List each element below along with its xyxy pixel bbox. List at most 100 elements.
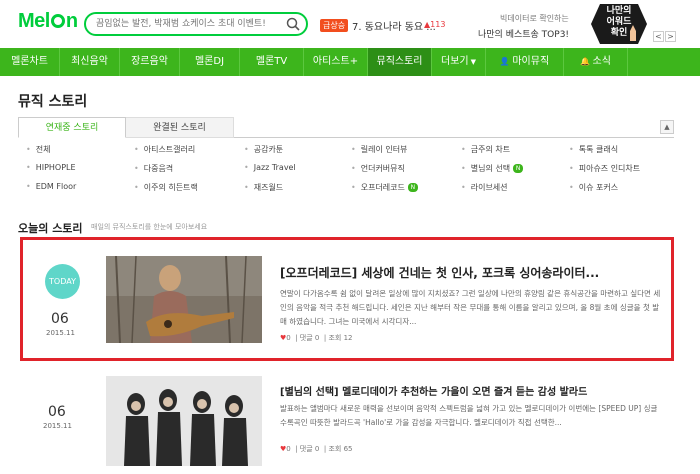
nav-item-3[interactable]: 멜론DJ <box>180 48 240 76</box>
category-label: 피아슈즈 인디차트 <box>578 164 641 173</box>
collapse-icon[interactable]: ▲ <box>660 120 674 134</box>
nav-item-0[interactable]: 멜론차트 <box>0 48 60 76</box>
like-count: 0 <box>286 445 291 453</box>
category-link[interactable]: HIPHOPLE <box>26 163 76 172</box>
category-label: 별님의 선택 <box>470 164 511 173</box>
views-label: 조회 <box>328 445 342 453</box>
category-link[interactable]: 이슈 포커스 <box>569 182 618 193</box>
category-label: 이슈 포커스 <box>578 183 619 192</box>
bell-icon: 🔔 <box>580 57 593 66</box>
story-thumbnail[interactable] <box>106 376 262 466</box>
nav-item-2[interactable]: 장르음악 <box>120 48 180 76</box>
nav-item-6[interactable]: 뮤직스토리 <box>368 48 432 76</box>
story-thumbnail[interactable] <box>106 256 262 343</box>
search-icon[interactable] <box>286 17 300 31</box>
category-link[interactable]: Jazz Travel <box>244 163 296 172</box>
category-label: HIPHOPLE <box>35 163 76 172</box>
nav-item-label: 최신음악 <box>71 56 108 67</box>
nav-item-8[interactable]: 👤 마이뮤직 <box>486 48 564 76</box>
nav-item-9[interactable]: 🔔 소식 <box>564 48 628 76</box>
nav-item-label: 멜론TV <box>255 56 288 67</box>
search-box <box>84 12 308 36</box>
category-link[interactable]: 릴레이 인터뷰 <box>351 144 408 155</box>
category-label: EDM Floor <box>35 182 77 191</box>
tab-completed[interactable]: 완결된 스토리 <box>126 117 234 138</box>
category-row: 전체 아티스트갤러리 공감카툰 릴레이 인터뷰 금주의 차트 톡톡 클래식 <box>18 141 674 160</box>
category-label: 라이브세션 <box>470 183 508 192</box>
view-count: 65 <box>343 445 353 453</box>
search-input[interactable] <box>96 16 280 32</box>
story-card-featured: TODAY 06 2015.11 [오프더레코드] 세상에 건네는 첫 인사, … <box>20 237 674 361</box>
view-count: 12 <box>343 334 353 342</box>
category-label: 언더커버뮤직 <box>360 164 405 173</box>
rising-badge: 급상승 <box>320 19 349 32</box>
category-label: 톡톡 클래식 <box>578 145 619 154</box>
category-link[interactable]: 오프더레코드N <box>351 182 418 193</box>
promo-title[interactable]: 나만의 베스트송 TOP3! <box>478 27 569 40</box>
nav-item-label: 마이뮤직 <box>512 56 550 67</box>
category-label: 아티스트갤러리 <box>143 145 196 154</box>
story-card: 06 2015.11 [별님의 선택] 멜로디데이가 추천하는 가을이 오면 즐… <box>20 368 674 474</box>
nav-item-1[interactable]: 최신음악 <box>60 48 120 76</box>
category-link[interactable]: 전체 <box>26 144 51 155</box>
nav-item-label: 장르음악 <box>131 56 168 67</box>
category-label: 다중음격 <box>143 164 174 173</box>
category-row: EDM Floor 이주의 히든트랙 재즈월드 오프더레코드N 라이브세션 이슈 포커스 <box>18 179 674 198</box>
category-link[interactable]: 재즈월드 <box>244 182 283 193</box>
chevron-down-icon: ▼ <box>470 58 476 66</box>
story-meta: ♥0 | 댓글 0 | 조회 65 <box>280 445 353 453</box>
comments-label: 댓글 <box>299 334 313 342</box>
rank-change: ▲113 <box>424 20 446 29</box>
section-title: 오늘의 스토리 <box>18 222 83 235</box>
category-label: 금주의 차트 <box>470 145 511 154</box>
category-label: 재즈월드 <box>253 183 284 192</box>
category-link[interactable]: 아티스트갤러리 <box>134 144 196 155</box>
nav-item-5[interactable]: 아티스트+ <box>304 48 368 76</box>
nav-item-7[interactable]: 더보기 ▼ <box>432 48 486 76</box>
nav-item-4[interactable]: 멜론TV <box>240 48 304 76</box>
story-description: 연말이 다가옴수록 쉼 없이 달려온 일상에 많이 지치셨죠? 그런 일상에 나… <box>280 289 661 326</box>
story-meta: ♥0 | 댓글 0 | 조회 12 <box>280 334 353 342</box>
new-badge: N <box>407 183 418 192</box>
story-title[interactable]: [오프더레코드] 세상에 건네는 첫 인사, 포크록 싱어송라이터... <box>280 264 670 281</box>
melon-logo[interactable]: Mel n <box>18 10 78 33</box>
category-link[interactable]: 다중음격 <box>134 163 173 174</box>
story-tabs: 연재중 스토리 완결된 스토리 ▲ <box>18 117 674 138</box>
category-label: Jazz Travel <box>253 163 296 172</box>
story-day: 06 <box>48 404 66 420</box>
category-link[interactable]: 피아슈즈 인디차트 <box>569 163 640 174</box>
comment-count: 0 <box>314 445 320 453</box>
story-date: 2015.11 <box>46 329 75 337</box>
category-link[interactable]: 톡톡 클래식 <box>569 144 618 155</box>
nav-item-label: 멜론DJ <box>194 56 225 67</box>
top-bar: Meln 급상승 7. 동요나라 동요 ... ▲113 빅데이터로 확인하는 … <box>0 0 700 48</box>
new-badge: N <box>513 164 524 173</box>
story-title[interactable]: [별님의 선택] 멜로디데이가 추천하는 가을이 오면 즐겨 듣는 감성 발라드 <box>280 383 670 398</box>
today-badge: TODAY <box>45 264 80 299</box>
section-subtitle: 매일의 뮤직스토리를 한눈에 모아보세요 <box>91 223 208 231</box>
next-arrow-icon[interactable]: > <box>665 31 676 42</box>
story-description: 발표하는 앨범마다 새로운 매력을 선보이며 음악적 스펙트럼을 넓혀 가고 있… <box>280 404 658 427</box>
category-link[interactable]: 이주의 히든트랙 <box>134 182 198 193</box>
category-list: 전체 아티스트갤러리 공감카툰 릴레이 인터뷰 금주의 차트 톡톡 클래식 HIPHOPLE… <box>18 141 674 198</box>
nav-item-label: 더보기 <box>441 56 469 67</box>
category-link[interactable]: 금주의 차트 <box>461 144 510 155</box>
story-day: 06 <box>51 311 69 327</box>
tab-ongoing[interactable]: 연재중 스토리 <box>18 117 126 138</box>
page-title: 뮤직 스토리 <box>18 94 88 110</box>
nav-item-label: 뮤직스토리 <box>376 56 423 67</box>
promo-subtitle: 빅데이터로 확인하는 <box>500 14 569 23</box>
person-icon: 👤 <box>499 57 513 66</box>
category-link[interactable]: 공감카툰 <box>244 144 283 155</box>
views-label: 조회 <box>328 334 342 342</box>
category-link[interactable]: 별님의 선택N <box>461 163 524 174</box>
comment-count: 0 <box>314 334 320 342</box>
category-link[interactable]: 언더커버뮤직 <box>351 163 405 174</box>
category-link[interactable]: 라이브세션 <box>461 182 508 193</box>
category-label: 전체 <box>35 145 51 154</box>
promo-nav: < > <box>652 31 676 42</box>
prev-arrow-icon[interactable]: < <box>653 31 664 42</box>
category-link[interactable]: EDM Floor <box>26 182 77 191</box>
category-label: 오프더레코드 <box>360 183 405 192</box>
category-label: 공감카툰 <box>253 145 284 154</box>
